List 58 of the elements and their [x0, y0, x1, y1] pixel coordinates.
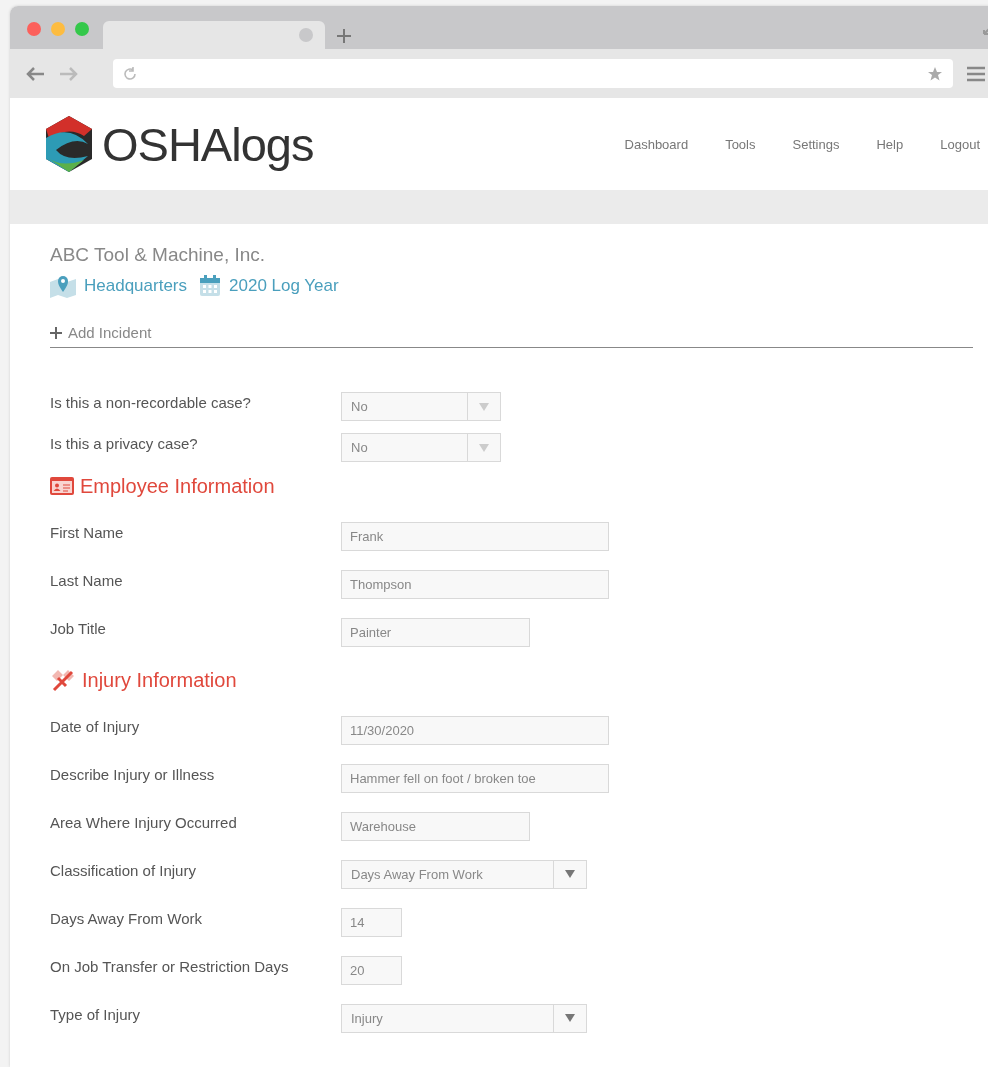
company-name: ABC Tool & Machine, Inc.	[50, 244, 267, 266]
text-field[interactable]: Hammer fell on foot / broken toe	[341, 763, 609, 793]
field-label: Days Away From Work	[50, 909, 203, 927]
add-incident-tab[interactable]: Add Incident	[50, 324, 973, 348]
nav-link[interactable]: Settings	[792, 136, 840, 152]
caret-down-icon	[565, 870, 575, 878]
dropdown[interactable]: No	[341, 433, 501, 462]
field-label: Is this a privacy case?	[50, 435, 199, 452]
nav-link[interactable]: Logout	[940, 136, 980, 152]
field-label: First Name	[50, 523, 125, 541]
dropdown[interactable]: No	[341, 392, 501, 421]
text-field[interactable]: 20	[341, 955, 402, 985]
field-label: Area Where Injury Occurred	[50, 813, 238, 831]
maximize-window-icon[interactable]	[75, 22, 89, 36]
location-link[interactable]: Headquarters	[84, 276, 187, 296]
text-field[interactable]: 11/30/2020	[341, 715, 609, 745]
field-label: On Job Transfer or Restriction Days	[50, 957, 290, 975]
text-field[interactable]: Warehouse	[341, 811, 530, 841]
text-field[interactable]: Frank	[341, 521, 609, 551]
section-heading: Injury Information	[82, 668, 237, 692]
nav-link[interactable]: Help	[876, 136, 904, 152]
browser-tab[interactable]	[103, 21, 325, 49]
forward-icon[interactable]	[59, 65, 79, 82]
plus-icon	[50, 326, 62, 339]
text-field[interactable]: Thompson	[341, 569, 609, 599]
menu-icon[interactable]	[967, 65, 985, 82]
logo-text: OSHAlogs	[102, 116, 314, 172]
back-icon[interactable]	[25, 65, 45, 82]
logo-icon	[44, 116, 94, 172]
field-label: Last Name	[50, 571, 124, 589]
close-window-icon[interactable]	[27, 22, 41, 36]
caret-down-icon	[479, 402, 489, 411]
minimize-window-icon[interactable]	[51, 22, 65, 36]
field-label: Date of Injury	[50, 717, 141, 735]
field-label: Job Title	[50, 619, 107, 637]
address-bar[interactable]	[113, 59, 953, 88]
id-card-icon	[50, 477, 74, 495]
field-label: Type of Injury	[50, 1005, 142, 1023]
calendar-icon	[199, 275, 221, 297]
nav-link[interactable]: Tools	[725, 136, 756, 152]
text-field[interactable]: 14	[341, 907, 402, 937]
new-tab-icon[interactable]	[337, 29, 351, 43]
field-label: Classification of Injury	[50, 861, 197, 879]
nav-link[interactable]: Dashboard	[624, 136, 689, 152]
map-pin-icon	[50, 274, 76, 298]
dropdown[interactable]: Days Away From Work	[341, 859, 587, 889]
crossed-tools-icon	[50, 668, 76, 692]
dropdown[interactable]: Injury	[341, 1003, 587, 1033]
caret-down-icon	[479, 443, 489, 452]
field-label: Is this a non-recordable case?	[50, 394, 252, 411]
star-icon[interactable]	[927, 65, 943, 82]
field-label: Describe Injury or Illness	[50, 765, 216, 783]
reload-icon[interactable]	[123, 66, 137, 81]
caret-down-icon	[565, 1014, 575, 1022]
text-field[interactable]: Painter	[341, 617, 530, 647]
log-year-link[interactable]: 2020 Log Year	[229, 276, 339, 296]
tab-close-icon[interactable]	[299, 28, 313, 42]
section-heading: Employee Information	[80, 474, 275, 498]
